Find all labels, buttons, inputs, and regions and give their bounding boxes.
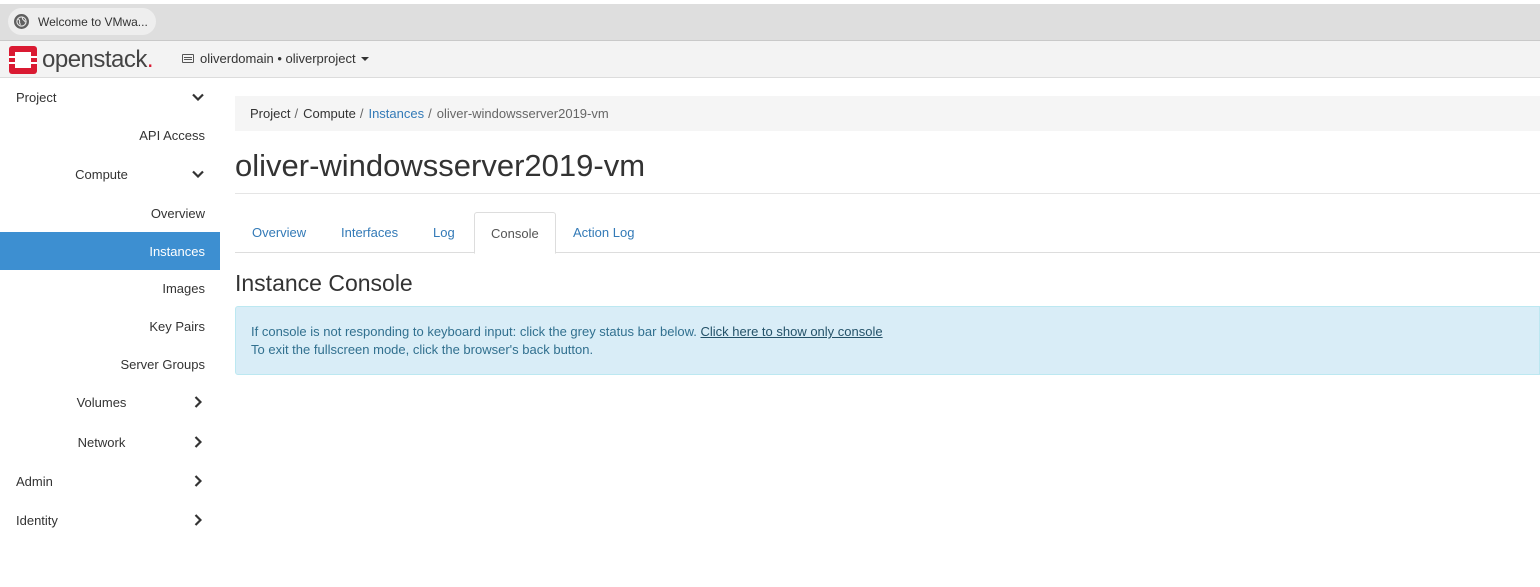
sidebar-item-compute[interactable]: Compute bbox=[0, 155, 220, 193]
sidebar-item-label: API Access bbox=[139, 127, 205, 143]
breadcrumb-separator: / bbox=[359, 106, 364, 121]
chevron-down-icon bbox=[192, 91, 204, 103]
caret-down-icon bbox=[360, 56, 369, 61]
sidebar-item-api-access[interactable]: API Access bbox=[0, 116, 220, 154]
sidebar-item-admin[interactable]: Admin bbox=[0, 462, 220, 500]
chevron-right-icon bbox=[192, 514, 204, 526]
tab-action-log[interactable]: Action Log bbox=[557, 212, 650, 253]
sidebar-item-label: Images bbox=[162, 280, 205, 296]
breadcrumb: Project / Compute / Instances / oliver-w… bbox=[235, 96, 1540, 131]
tab-console[interactable]: Console bbox=[474, 212, 556, 254]
globe-icon bbox=[14, 14, 29, 29]
sidebar-item-identity[interactable]: Identity bbox=[0, 501, 220, 539]
sidebar-item-label: Overview bbox=[150, 205, 205, 221]
tab-log[interactable]: Log bbox=[417, 212, 471, 253]
breadcrumb-separator: / bbox=[428, 106, 432, 121]
sidebar-item-overview[interactable]: Overview bbox=[0, 194, 220, 232]
breadcrumb-link-instances[interactable]: Instances bbox=[368, 106, 424, 121]
sidebar-item-project[interactable]: Project bbox=[0, 78, 220, 116]
sidebar-item-label: Admin bbox=[16, 473, 53, 489]
chevron-down-icon bbox=[192, 168, 204, 180]
alert-line-1: If console is not responding to keyboard… bbox=[251, 323, 1524, 341]
instance-tabs: Overview Interfaces Log Console Action L… bbox=[235, 212, 1540, 254]
openstack-logo-icon bbox=[9, 45, 37, 74]
sidebar-item-label: Key Pairs bbox=[149, 318, 205, 334]
tab-strip-top-edge bbox=[0, 0, 1540, 4]
breadcrumb-item-compute: Compute bbox=[303, 106, 356, 121]
alert-line-2: To exit the fullscreen mode, click the b… bbox=[251, 342, 594, 357]
tab-overview[interactable]: Overview bbox=[236, 212, 322, 253]
title-divider bbox=[235, 193, 1540, 194]
sidebar: Project API Access Compute Overview Inst… bbox=[0, 78, 220, 587]
breadcrumb-separator: / bbox=[294, 106, 299, 121]
browser-tab[interactable]: Welcome to VMwa... bbox=[8, 8, 156, 35]
openstack-logo[interactable]: openstack. bbox=[9, 45, 154, 74]
tab-interfaces[interactable]: Interfaces bbox=[325, 212, 414, 253]
browser-tab-strip: Welcome to VMwa... bbox=[0, 0, 1540, 41]
project-switcher[interactable]: oliverdomain • oliverproject bbox=[182, 51, 369, 66]
breadcrumb-item-project: Project bbox=[250, 106, 291, 121]
project-switcher-label: oliverdomain • oliverproject bbox=[200, 51, 356, 66]
sidebar-item-label: Identity bbox=[16, 512, 58, 528]
show-only-console-link[interactable]: Click here to show only console bbox=[701, 324, 883, 339]
logo-text: openstack bbox=[42, 45, 147, 73]
sidebar-item-label: Project bbox=[16, 89, 57, 105]
sidebar-item-label: Compute bbox=[75, 166, 128, 182]
sidebar-item-volumes[interactable]: Volumes bbox=[0, 383, 220, 421]
page-title: oliver-windowsserver2019-vm bbox=[235, 148, 646, 183]
sidebar-item-label: Network bbox=[77, 434, 126, 450]
alert-text: If console is not responding to keyboard… bbox=[251, 324, 697, 339]
sidebar-item-label: Volumes bbox=[76, 394, 127, 410]
sidebar-item-key-pairs[interactable]: Key Pairs bbox=[0, 307, 220, 345]
logo-dot: . bbox=[146, 45, 154, 73]
chevron-right-icon bbox=[192, 475, 204, 487]
breadcrumb-item-current: oliver-windowsserver2019-vm bbox=[436, 106, 609, 121]
sidebar-item-instances[interactable]: Instances bbox=[0, 232, 220, 270]
top-navbar: openstack. oliverdomain • oliverproject bbox=[0, 41, 1540, 78]
browser-tab-title: Welcome to VMwa... bbox=[38, 14, 148, 29]
sidebar-item-network[interactable]: Network bbox=[0, 423, 220, 461]
chevron-right-icon bbox=[192, 396, 204, 408]
sidebar-item-images[interactable]: Images bbox=[0, 269, 220, 307]
project-switcher-icon bbox=[182, 54, 194, 63]
chevron-right-icon bbox=[192, 436, 204, 448]
section-title: Instance Console bbox=[235, 270, 413, 296]
console-info-alert: If console is not responding to keyboard… bbox=[235, 306, 1540, 375]
sidebar-item-server-groups[interactable]: Server Groups bbox=[0, 345, 220, 383]
sidebar-item-label: Instances bbox=[149, 243, 205, 259]
sidebar-item-label: Server Groups bbox=[120, 356, 205, 372]
